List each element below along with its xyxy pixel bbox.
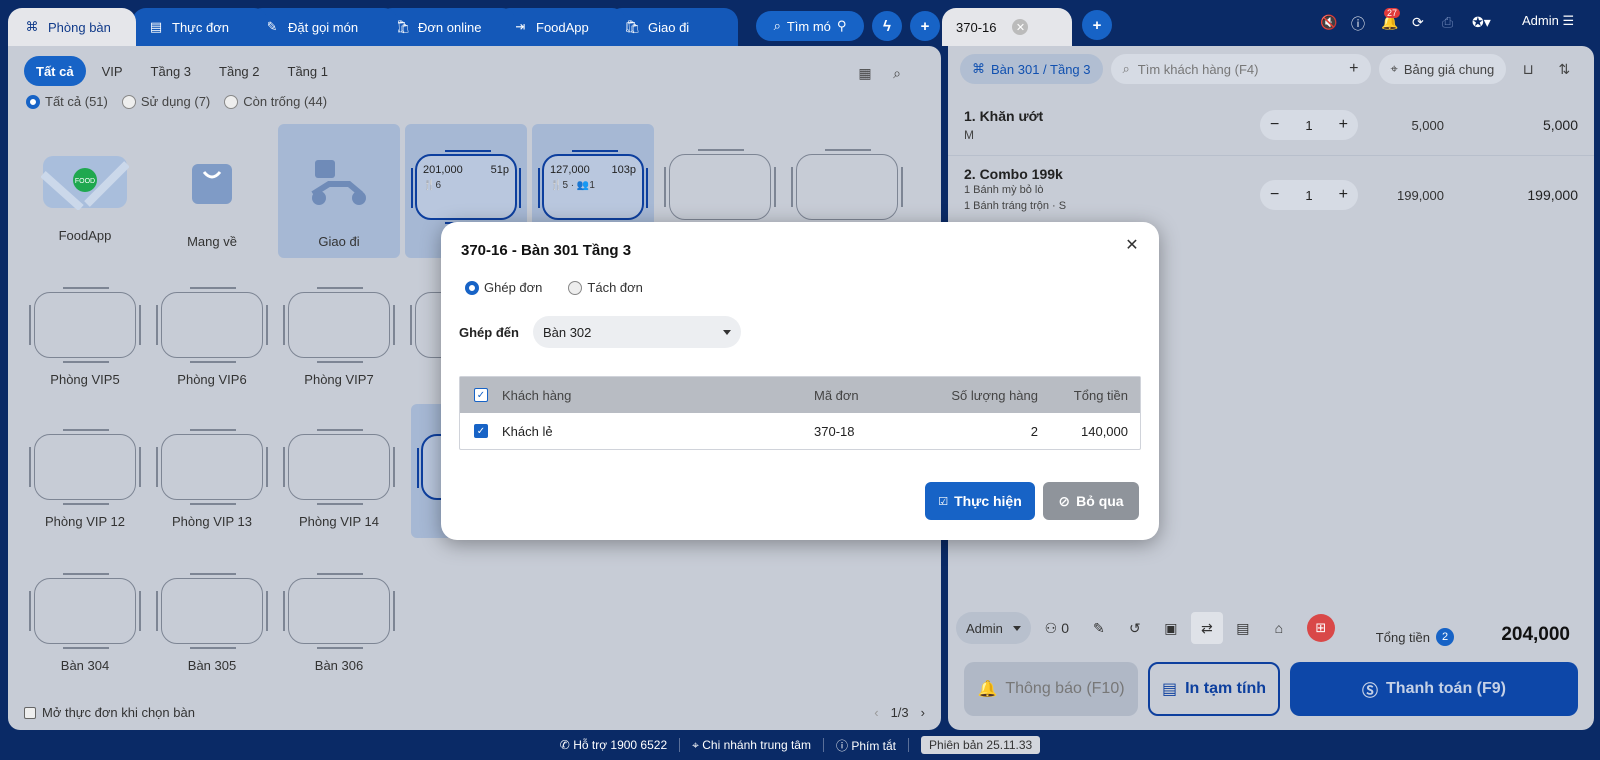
merge-order-dialog: 370-16 - Bàn 301 Tầng 3 ✕ Ghép đơn Tách … [441, 222, 1159, 540]
select-all-checkbox[interactable]: ✓ [474, 388, 488, 402]
merge-target-select[interactable]: Bàn 302 [532, 316, 741, 348]
ban-icon: ⊘ [1058, 492, 1071, 509]
col-customer: Khách hàng [502, 387, 572, 403]
cancel-button[interactable]: ⊘ Bỏ qua [1043, 482, 1139, 520]
col-quantity: Số lượng hàng [951, 387, 1038, 403]
radio-dot [568, 280, 583, 295]
table-row[interactable]: ✓ Khách lẻ 370-18 2 140,000 [460, 413, 1140, 449]
check-square-icon: ☑ [938, 495, 949, 508]
table-header: ✓ Khách hàng Mã đơn Số lượng hàng Tổng t… [460, 377, 1140, 413]
col-order-code: Mã đơn [814, 387, 859, 403]
row-checkbox[interactable]: ✓ [474, 424, 488, 438]
col-total: Tổng tiền [1073, 387, 1128, 403]
merge-target-label: Ghép đến [459, 324, 519, 340]
radio-split-order[interactable]: Tách đơn [568, 280, 643, 295]
radio-dot [465, 280, 479, 295]
mode-selector: Ghép đơn Tách đơn [465, 280, 643, 295]
close-icon[interactable]: ✕ [1121, 234, 1143, 256]
radio-merge-order[interactable]: Ghép đơn [465, 280, 542, 295]
merge-target-row: Ghép đến Bàn 302 [459, 316, 741, 348]
dialog-title: 370-16 - Bàn 301 Tầng 3 [461, 242, 632, 259]
confirm-button[interactable]: ☑ Thực hiện [925, 482, 1035, 520]
chevron-down-icon [722, 329, 731, 335]
orders-table: ✓ Khách hàng Mã đơn Số lượng hàng Tổng t… [459, 376, 1141, 450]
